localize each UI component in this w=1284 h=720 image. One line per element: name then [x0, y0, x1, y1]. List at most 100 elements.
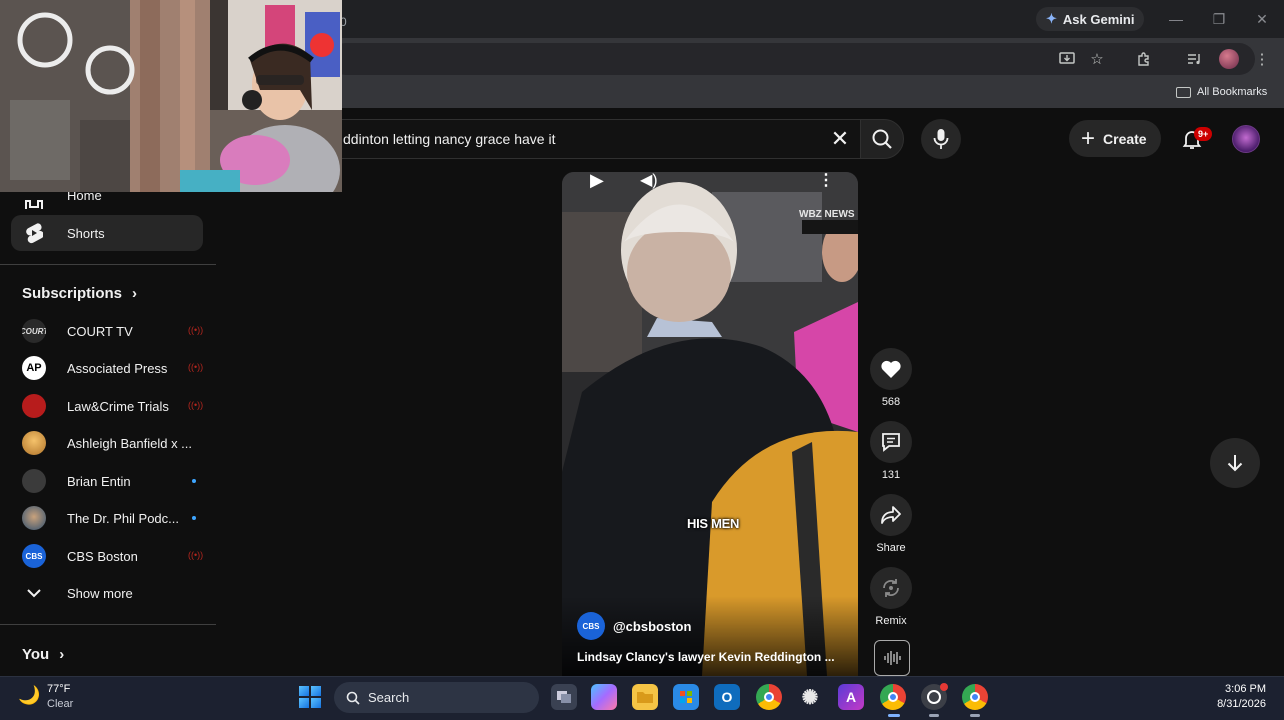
subscription-item[interactable]: Ashleigh Banfield x ...	[11, 425, 203, 461]
heart-icon	[881, 360, 901, 378]
law-crime-avatar	[22, 394, 46, 418]
search-button[interactable]	[860, 119, 904, 159]
short-video-player[interactable]: WBZ NEWS	[562, 172, 858, 676]
search-query-text: ddinton letting nancy grace have it	[343, 131, 556, 147]
notification-count-badge: 9+	[1194, 127, 1213, 141]
weather-condition[interactable]: Clear	[47, 698, 73, 710]
new-content-indicator	[192, 516, 196, 520]
share-button[interactable]: Share	[870, 494, 912, 554]
active-app-indicator	[888, 714, 900, 717]
task-view-icon[interactable]	[551, 684, 577, 710]
volume-icon[interactable]: ◀)	[640, 170, 658, 190]
comment-icon	[882, 433, 900, 452]
sidebar: Home Shorts Subscriptions › COURT COURT …	[0, 170, 216, 676]
associated-press-avatar: AP	[22, 356, 46, 380]
brian-entin-avatar	[22, 469, 46, 493]
omnibox[interactable]	[330, 43, 1255, 75]
all-bookmarks-label: All Bookmarks	[1197, 86, 1268, 98]
all-bookmarks-button[interactable]: All Bookmarks	[1176, 86, 1267, 98]
subscription-name: Law&Crime Trials	[67, 399, 169, 414]
channel-row[interactable]: CBS @cbsboston	[577, 612, 691, 640]
taskbar-search[interactable]: Search	[334, 682, 539, 713]
subscription-name: CBS Boston	[67, 549, 138, 564]
taskbar-search-label: Search	[368, 690, 410, 705]
webcam-video-image	[0, 0, 342, 192]
remix-label: Remix	[875, 615, 907, 627]
clear-search-icon[interactable]: ✕	[829, 126, 851, 151]
sidebar-divider	[0, 624, 216, 625]
copilot-icon[interactable]	[591, 684, 617, 710]
account-avatar[interactable]	[1232, 125, 1260, 153]
like-button[interactable]: 568	[870, 348, 912, 408]
file-explorer-icon[interactable]	[632, 684, 658, 710]
search-icon	[872, 129, 892, 149]
microsoft-store-icon[interactable]	[673, 684, 699, 710]
short-title[interactable]: Lindsay Clancy's lawyer Kevin Reddington…	[577, 650, 847, 664]
browser-menu-icon[interactable]: ⋮	[1251, 48, 1273, 70]
remix-button[interactable]: Remix	[870, 567, 912, 627]
voice-search-button[interactable]	[921, 119, 961, 159]
arrow-down-icon	[1227, 455, 1243, 472]
live-indicator-icon: ((•))	[188, 325, 204, 335]
dr-phil-avatar	[22, 506, 46, 530]
channel-avatar[interactable]: CBS	[577, 612, 605, 640]
subscription-item[interactable]: COURT COURT TV ((•))	[11, 313, 203, 349]
weather-temperature[interactable]: 77°F	[47, 683, 70, 695]
subscriptions-heading[interactable]: Subscriptions ›	[22, 285, 137, 302]
comments-button[interactable]: 131	[870, 421, 912, 481]
sidebar-item-label: Shorts	[67, 226, 105, 241]
wbz-news-watermark: WBZ NEWS	[799, 209, 855, 220]
subscription-item[interactable]: AP Associated Press ((•))	[11, 350, 203, 386]
subscription-name: Associated Press	[67, 361, 168, 376]
new-content-indicator	[192, 479, 196, 483]
sidebar-item-shorts[interactable]: Shorts	[11, 215, 203, 251]
moon-icon[interactable]: 🌙	[18, 685, 40, 706]
microphone-icon	[933, 129, 949, 149]
channel-handle[interactable]: @cbsboston	[613, 619, 691, 634]
recording-indicator	[940, 683, 948, 691]
restore-icon[interactable]: ❐	[1209, 9, 1229, 29]
create-label: Create	[1103, 130, 1147, 147]
minimize-icon[interactable]: —	[1166, 9, 1186, 29]
audio-waveform-icon	[884, 651, 901, 665]
close-window-icon[interactable]: ✕	[1252, 9, 1272, 29]
subscription-item[interactable]: Brian Entin	[11, 463, 203, 499]
browser-profile-avatar[interactable]	[1219, 49, 1239, 69]
create-button[interactable]: + Create	[1069, 120, 1161, 157]
next-short-button[interactable]	[1210, 438, 1260, 488]
play-icon[interactable]: ▶	[590, 170, 604, 191]
subscription-item[interactable]: CBS CBS Boston ((•))	[11, 538, 203, 574]
bookmark-star-icon[interactable]: ☆	[1086, 48, 1108, 70]
subscription-item[interactable]: The Dr. Phil Podc...	[11, 500, 203, 536]
chrome-profile-icon[interactable]	[962, 684, 988, 710]
clock-date[interactable]: 8/31/2026	[1206, 698, 1266, 710]
subscription-name: COURT TV	[67, 324, 133, 339]
you-heading[interactable]: You ›	[22, 646, 64, 663]
sidebar-divider	[0, 264, 216, 265]
clock-time[interactable]: 3:06 PM	[1224, 683, 1266, 695]
ask-gemini-button[interactable]: ✦ Ask Gemini	[1036, 7, 1145, 31]
live-indicator-icon: ((•))	[188, 362, 204, 372]
chrome-icon[interactable]	[756, 684, 782, 710]
open-app-indicator	[929, 714, 939, 717]
ashleigh-banfield-avatar	[22, 431, 46, 455]
design-app-icon[interactable]: A	[838, 684, 864, 710]
ask-gemini-label: Ask Gemini	[1062, 11, 1135, 27]
subscription-name: Ashleigh Banfield x ...	[67, 436, 193, 451]
windows-start-icon[interactable]	[299, 686, 321, 708]
media-control-icon[interactable]	[1183, 48, 1205, 70]
install-app-icon[interactable]	[1056, 48, 1078, 70]
folder-icon	[1176, 86, 1191, 98]
show-more-button[interactable]: Show more	[11, 575, 203, 611]
more-options-icon[interactable]: ⋮	[818, 170, 834, 190]
extensions-icon[interactable]	[1133, 48, 1155, 70]
video-caption: HIS MEN	[687, 516, 740, 531]
chatgpt-icon[interactable]: ✺	[797, 684, 823, 710]
plus-icon: +	[1081, 124, 1096, 152]
sound-button[interactable]	[874, 640, 910, 676]
subscription-item[interactable]: Law&Crime Trials ((•))	[11, 388, 203, 424]
chrome-active-icon[interactable]	[880, 684, 906, 710]
cbs-boston-avatar: CBS	[22, 544, 46, 568]
outlook-icon[interactable]: O	[714, 684, 740, 710]
live-indicator-icon: ((•))	[188, 400, 204, 410]
